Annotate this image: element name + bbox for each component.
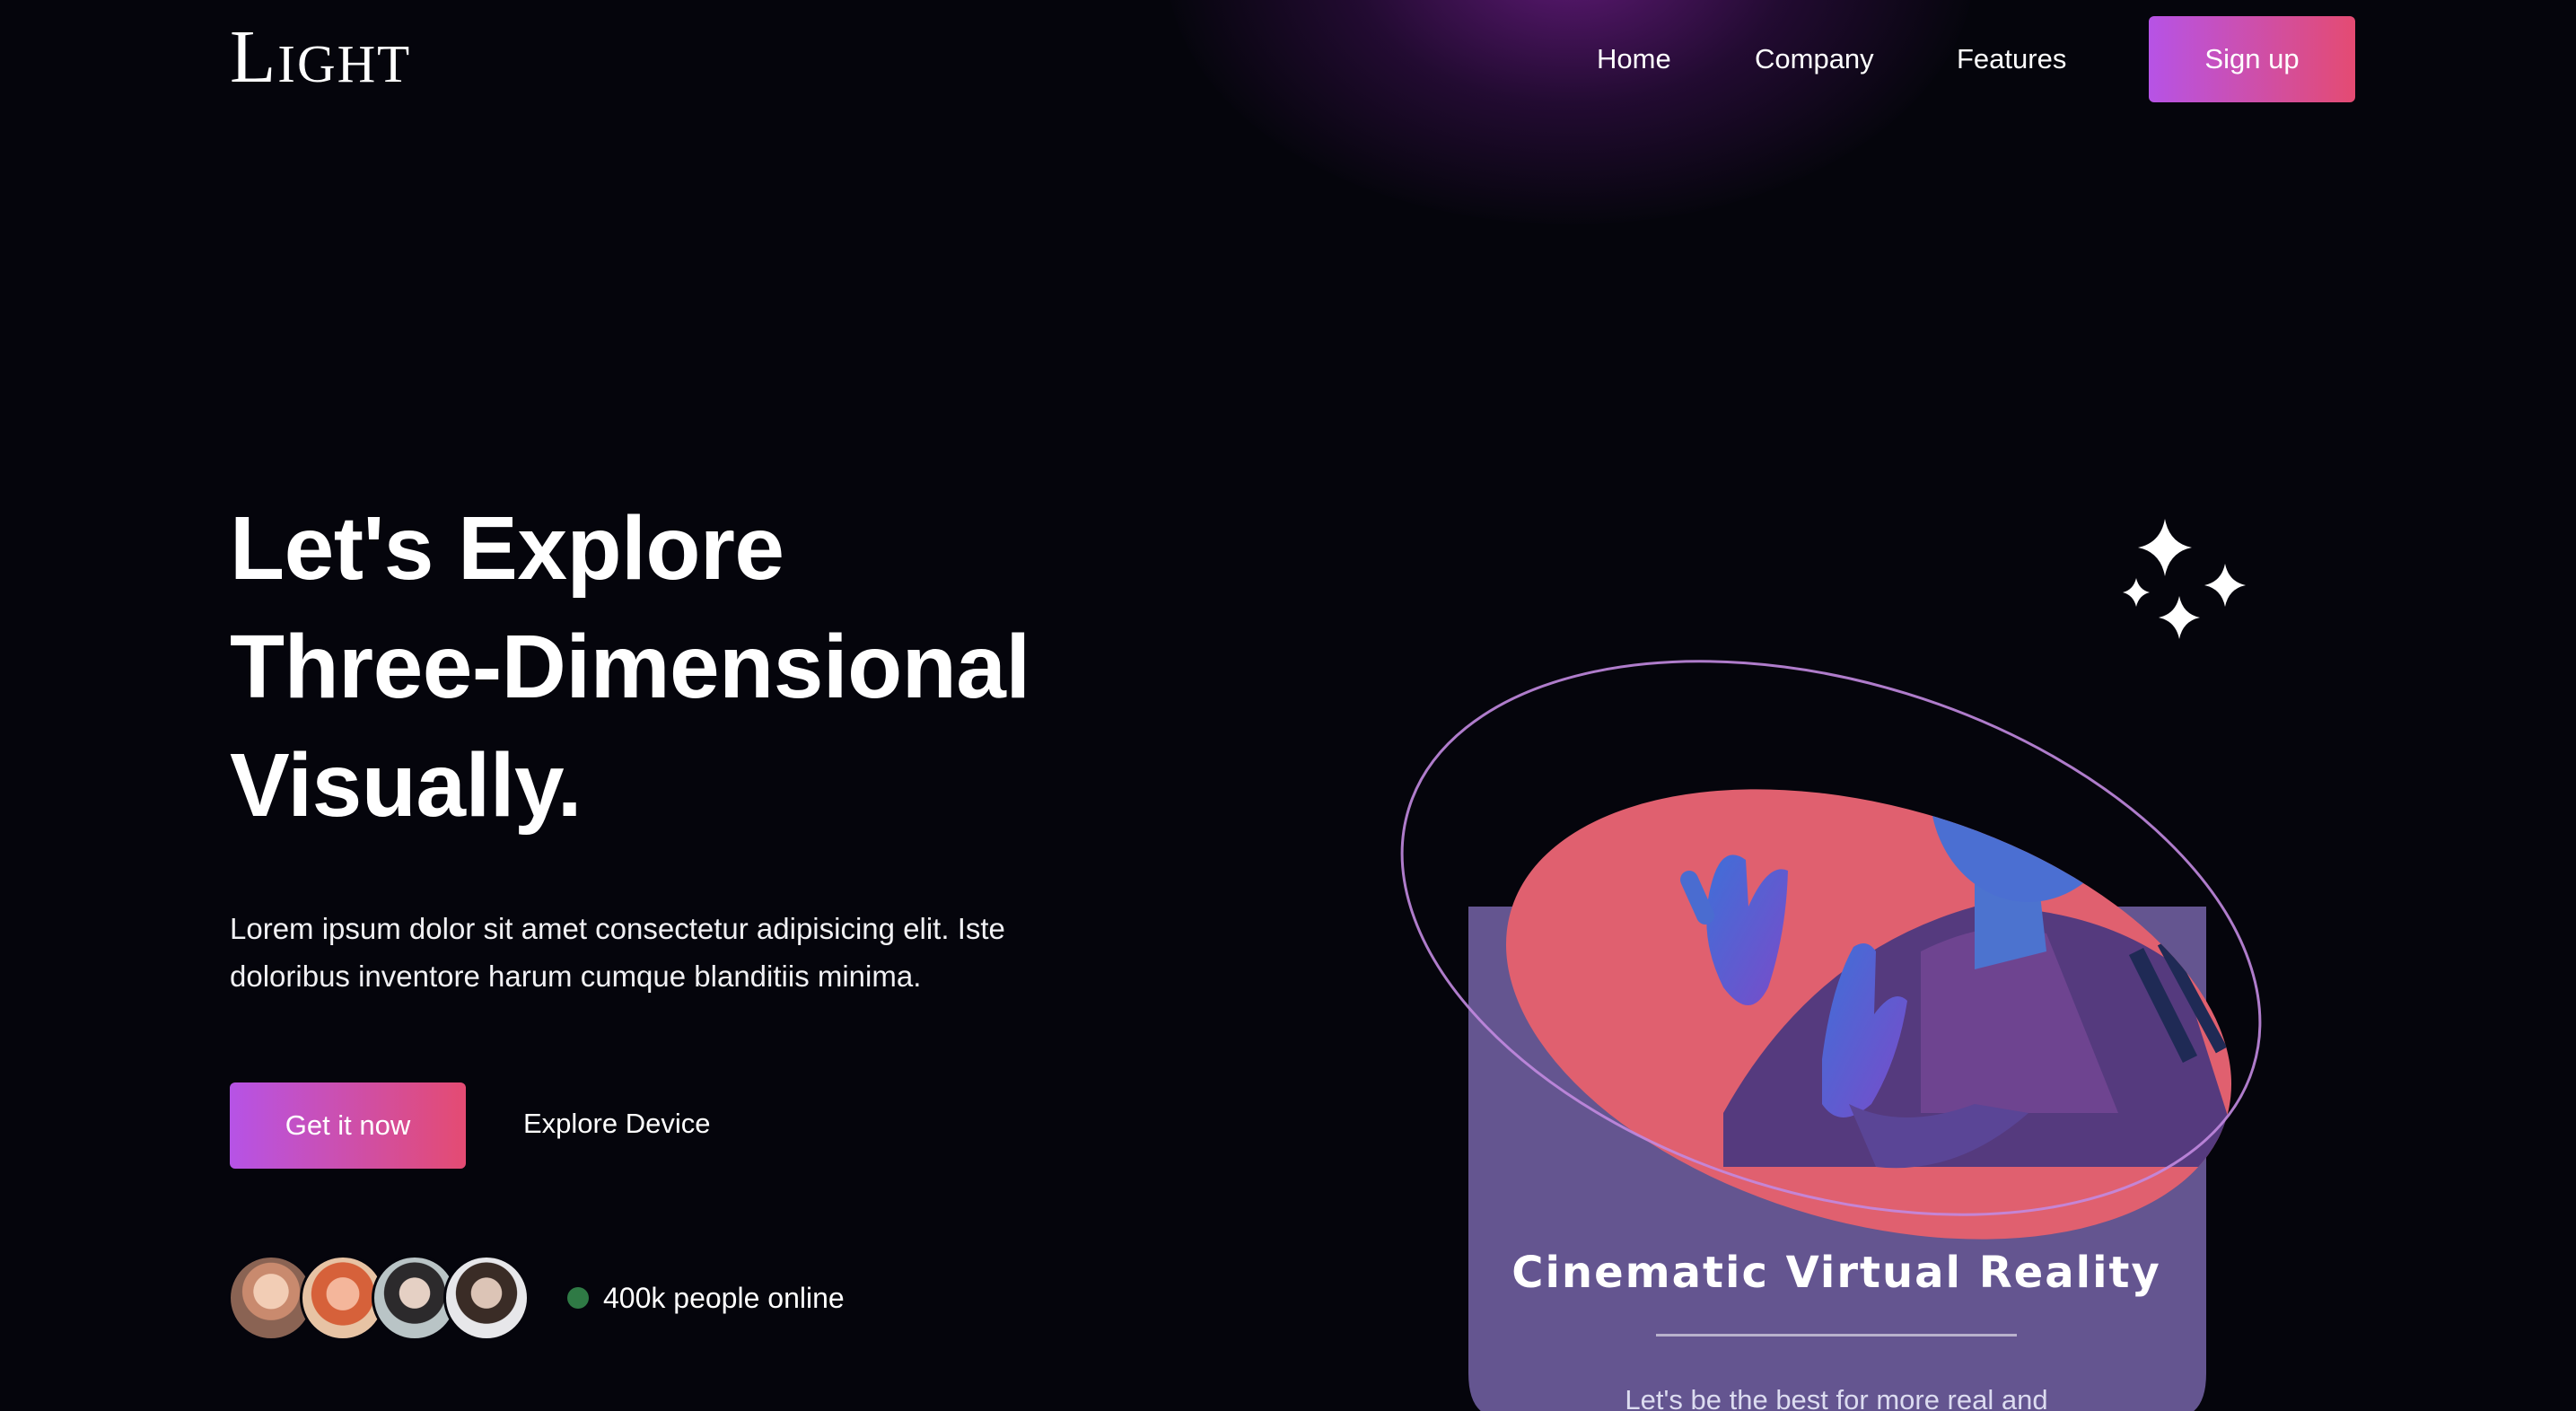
- hero-headline-line-3: Visually.: [230, 735, 583, 836]
- signup-button[interactable]: Sign up: [2149, 16, 2355, 102]
- online-count-text: 400k people online: [603, 1282, 845, 1314]
- get-it-now-button[interactable]: Get it now: [230, 1082, 466, 1169]
- sparkle-icon: [2123, 519, 2246, 639]
- online-status-dot: [567, 1287, 589, 1309]
- hero-headline-line-2: Three-Dimensional: [230, 617, 1030, 717]
- card-title: Cinematic Virtual Reality: [1511, 1248, 2161, 1298]
- hero-headline: Let's Explore Three-Dimensional Visually…: [230, 489, 1030, 845]
- landing-page: Light Home Company Features Sign up Let'…: [0, 0, 2576, 1411]
- hero-description: Lorem ipsum dolor sit amet consectetur a…: [230, 912, 1005, 993]
- hero-headline-line-1: Let's Explore: [230, 498, 784, 599]
- nav-link-features[interactable]: Features: [1957, 43, 2066, 75]
- card-text: Let's be the best for more real and: [1625, 1384, 2048, 1411]
- nav-link-company[interactable]: Company: [1755, 43, 1874, 75]
- explore-device-link[interactable]: Explore Device: [523, 1108, 710, 1140]
- user-avatar: [443, 1255, 530, 1341]
- brand-logo[interactable]: Light: [230, 20, 411, 95]
- card-divider: [1656, 1334, 2017, 1337]
- background-glow: [1167, 0, 1975, 224]
- nav-link-home[interactable]: Home: [1597, 43, 1671, 75]
